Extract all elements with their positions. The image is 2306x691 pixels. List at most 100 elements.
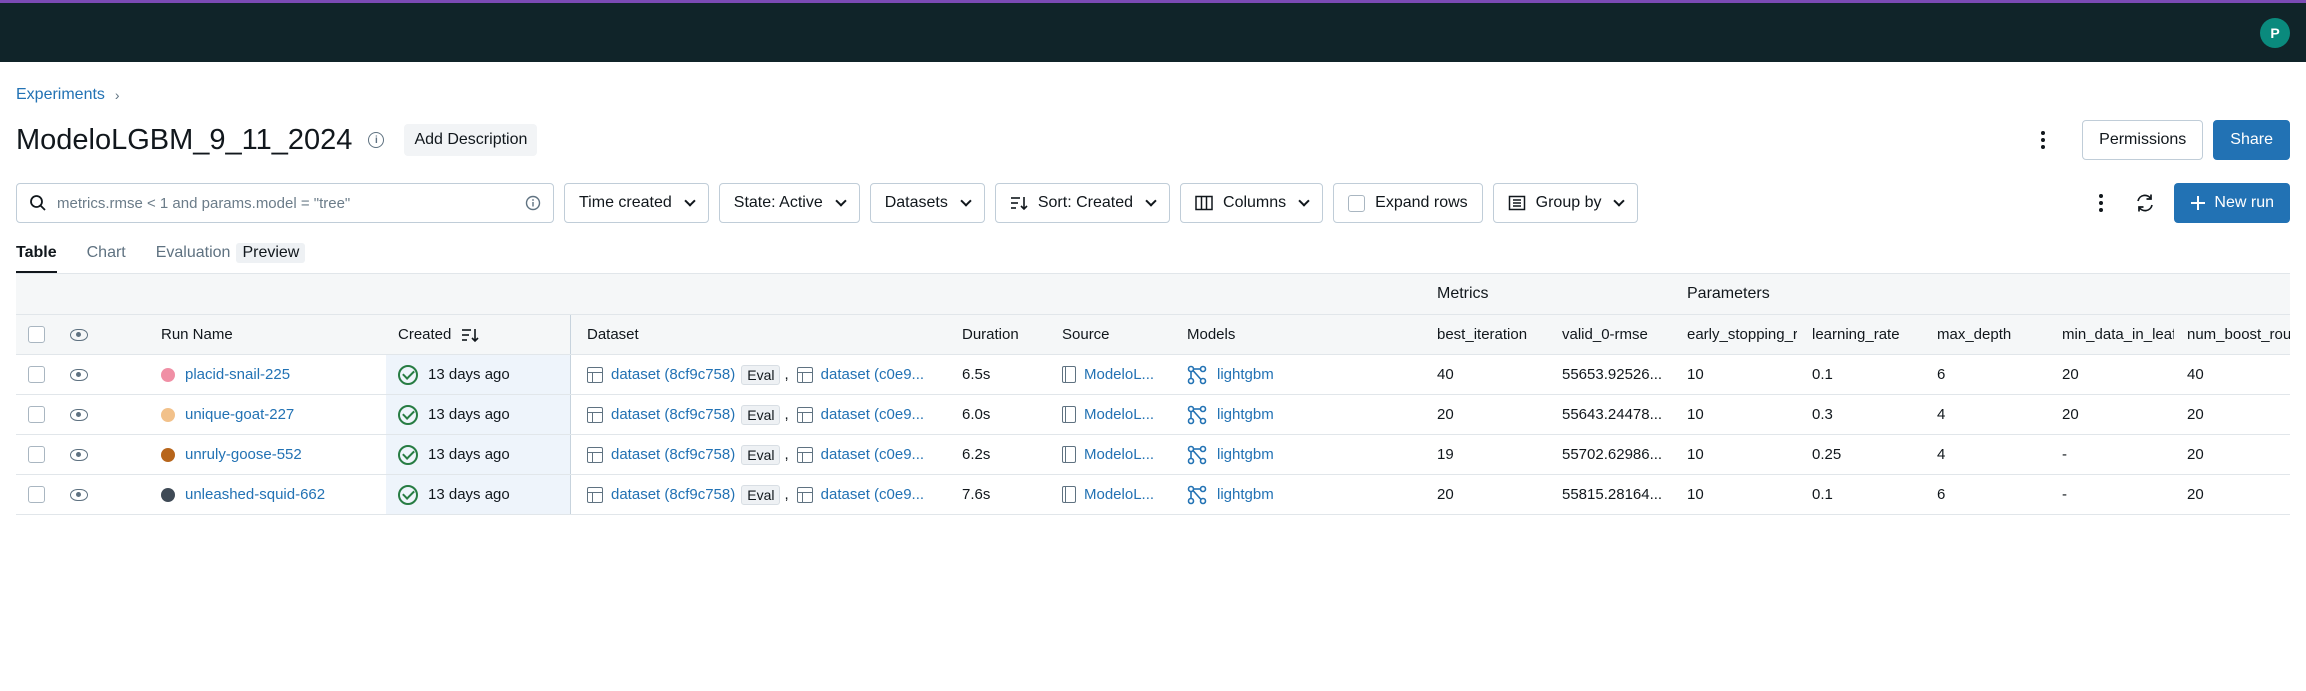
model-icon: [1187, 365, 1207, 384]
user-avatar[interactable]: P: [2260, 18, 2290, 48]
eye-icon[interactable]: [70, 488, 88, 501]
group-icon: [1508, 195, 1525, 211]
dataset-link-2[interactable]: dataset (c0e9...: [821, 406, 924, 423]
columns-label: Columns: [1223, 194, 1287, 211]
table-row[interactable]: placid-snail-225 13 days ago dataset (8c…: [16, 355, 2290, 395]
share-button[interactable]: Share: [2213, 120, 2290, 160]
time-created-select[interactable]: Time created: [564, 183, 709, 223]
run-name-link[interactable]: unruly-goose-552: [185, 446, 302, 463]
duration-value: 6.0s: [962, 406, 991, 423]
header-created[interactable]: Created: [386, 315, 571, 354]
refresh-icon[interactable]: [2134, 192, 2156, 214]
notebook-icon: [1062, 446, 1076, 463]
columns-select[interactable]: Columns: [1180, 183, 1324, 223]
header-duration[interactable]: Duration: [962, 315, 1019, 354]
row-checkbox[interactable]: [28, 366, 45, 383]
model-icon: [1187, 405, 1207, 424]
new-run-button[interactable]: New run: [2174, 183, 2290, 223]
search-input[interactable]: metrics.rmse < 1 and params.model = "tre…: [16, 183, 554, 223]
datasets-select[interactable]: Datasets: [869, 183, 985, 223]
num-boost-round-value: 20: [2187, 406, 2204, 423]
dataset-link-2[interactable]: dataset (c0e9...: [821, 366, 924, 383]
dataset-link[interactable]: dataset (8cf9c758): [611, 446, 735, 463]
header-min-data-in-leaf[interactable]: min_data_in_leaf: [2062, 315, 2174, 354]
row-checkbox[interactable]: [28, 446, 45, 463]
run-name-link[interactable]: unleashed-squid-662: [185, 486, 325, 503]
time-created-label: Time created: [579, 194, 672, 211]
run-color-dot[interactable]: [161, 447, 175, 462]
model-icon: [1187, 485, 1207, 504]
sort-desc-icon[interactable]: [461, 327, 479, 343]
source-link[interactable]: ModeloL...: [1084, 366, 1154, 383]
dataset-link-2[interactable]: dataset (c0e9...: [821, 446, 924, 463]
runs-toolbar: metrics.rmse < 1 and params.model = "tre…: [16, 183, 2290, 223]
eye-icon[interactable]: [70, 408, 88, 421]
max-depth-value: 4: [1937, 406, 1946, 423]
notebook-icon: [1062, 406, 1076, 423]
table-icon: [796, 406, 813, 423]
run-name-link[interactable]: unique-goat-227: [185, 406, 294, 423]
search-info-icon[interactable]: [525, 195, 541, 211]
header-models[interactable]: Models: [1187, 315, 1235, 354]
learning-rate-value: 0.25: [1812, 446, 1842, 463]
header-learning-rate[interactable]: learning_rate: [1812, 315, 1900, 354]
source-link[interactable]: ModeloL...: [1084, 486, 1154, 503]
dataset-link[interactable]: dataset (8cf9c758): [611, 406, 735, 423]
dataset-link-2[interactable]: dataset (c0e9...: [821, 486, 924, 503]
source-link[interactable]: ModeloL...: [1084, 446, 1154, 463]
dataset-link[interactable]: dataset (8cf9c758): [611, 366, 735, 383]
model-link[interactable]: lightgbm: [1217, 486, 1274, 503]
eval-tag: Eval: [741, 444, 781, 465]
more-options-icon[interactable]: [2028, 120, 2058, 160]
num-boost-round-value: 40: [2187, 366, 2204, 383]
run-color-dot[interactable]: [161, 367, 175, 382]
table-icon: [587, 446, 603, 463]
model-link[interactable]: lightgbm: [1217, 366, 1274, 383]
source-link[interactable]: ModeloL...: [1084, 406, 1154, 423]
sort-select[interactable]: Sort: Created: [994, 183, 1171, 223]
header-best-iteration[interactable]: best_iteration: [1437, 315, 1527, 354]
expand-rows-label: Expand rows: [1375, 194, 1468, 211]
tab-evaluation[interactable]: Evaluation Preview: [156, 243, 306, 274]
add-description-button[interactable]: Add Description: [404, 124, 538, 156]
model-link[interactable]: lightgbm: [1217, 446, 1274, 463]
header-valid-rmse[interactable]: valid_0-rmse: [1562, 315, 1648, 354]
more-actions-icon[interactable]: [2086, 183, 2116, 223]
table-row[interactable]: unleashed-squid-662 13 days ago dataset …: [16, 475, 2290, 515]
num-boost-round-value: 20: [2187, 446, 2204, 463]
model-link[interactable]: lightgbm: [1217, 406, 1274, 423]
row-checkbox[interactable]: [28, 406, 45, 423]
expand-rows-toggle[interactable]: Expand rows: [1333, 183, 1483, 223]
info-icon[interactable]: i: [368, 132, 385, 148]
group-by-select[interactable]: Group by: [1492, 183, 1639, 223]
select-all-checkbox[interactable]: [28, 326, 45, 343]
header-source[interactable]: Source: [1062, 315, 1110, 354]
num-boost-round-value: 20: [2187, 486, 2204, 503]
row-checkbox[interactable]: [28, 486, 45, 503]
header-run-name[interactable]: Run Name: [161, 315, 233, 354]
header-num-boost-round[interactable]: num_boost_rou: [2187, 315, 2290, 354]
breadcrumb-experiments-link[interactable]: Experiments: [16, 86, 105, 104]
header-dataset[interactable]: Dataset: [587, 315, 639, 354]
header-early-stopping[interactable]: early_stopping_r: [1687, 315, 1797, 354]
table-row[interactable]: unruly-goose-552 13 days ago dataset (8c…: [16, 435, 2290, 475]
dataset-link[interactable]: dataset (8cf9c758): [611, 486, 735, 503]
table-row[interactable]: unique-goat-227 13 days ago dataset (8cf…: [16, 395, 2290, 435]
eye-icon[interactable]: [70, 328, 88, 341]
breadcrumb: Experiments ›: [16, 86, 120, 104]
permissions-button[interactable]: Permissions: [2082, 120, 2204, 160]
search-placeholder: metrics.rmse < 1 and params.model = "tre…: [57, 194, 351, 212]
table-icon: [796, 366, 813, 383]
page-title: ModeloLGBM_9_11_2024: [16, 123, 353, 156]
eye-icon[interactable]: [70, 368, 88, 381]
tab-table[interactable]: Table: [16, 244, 57, 274]
tab-chart[interactable]: Chart: [87, 244, 126, 274]
header-max-depth[interactable]: max_depth: [1937, 315, 2011, 354]
run-name-link[interactable]: placid-snail-225: [185, 366, 290, 383]
expand-rows-checkbox[interactable]: [1348, 194, 1366, 212]
eye-icon[interactable]: [70, 448, 88, 461]
run-color-dot[interactable]: [161, 487, 175, 502]
run-color-dot[interactable]: [161, 407, 175, 422]
state-select[interactable]: State: Active: [718, 183, 860, 223]
chevron-down-icon: [1298, 195, 1310, 207]
